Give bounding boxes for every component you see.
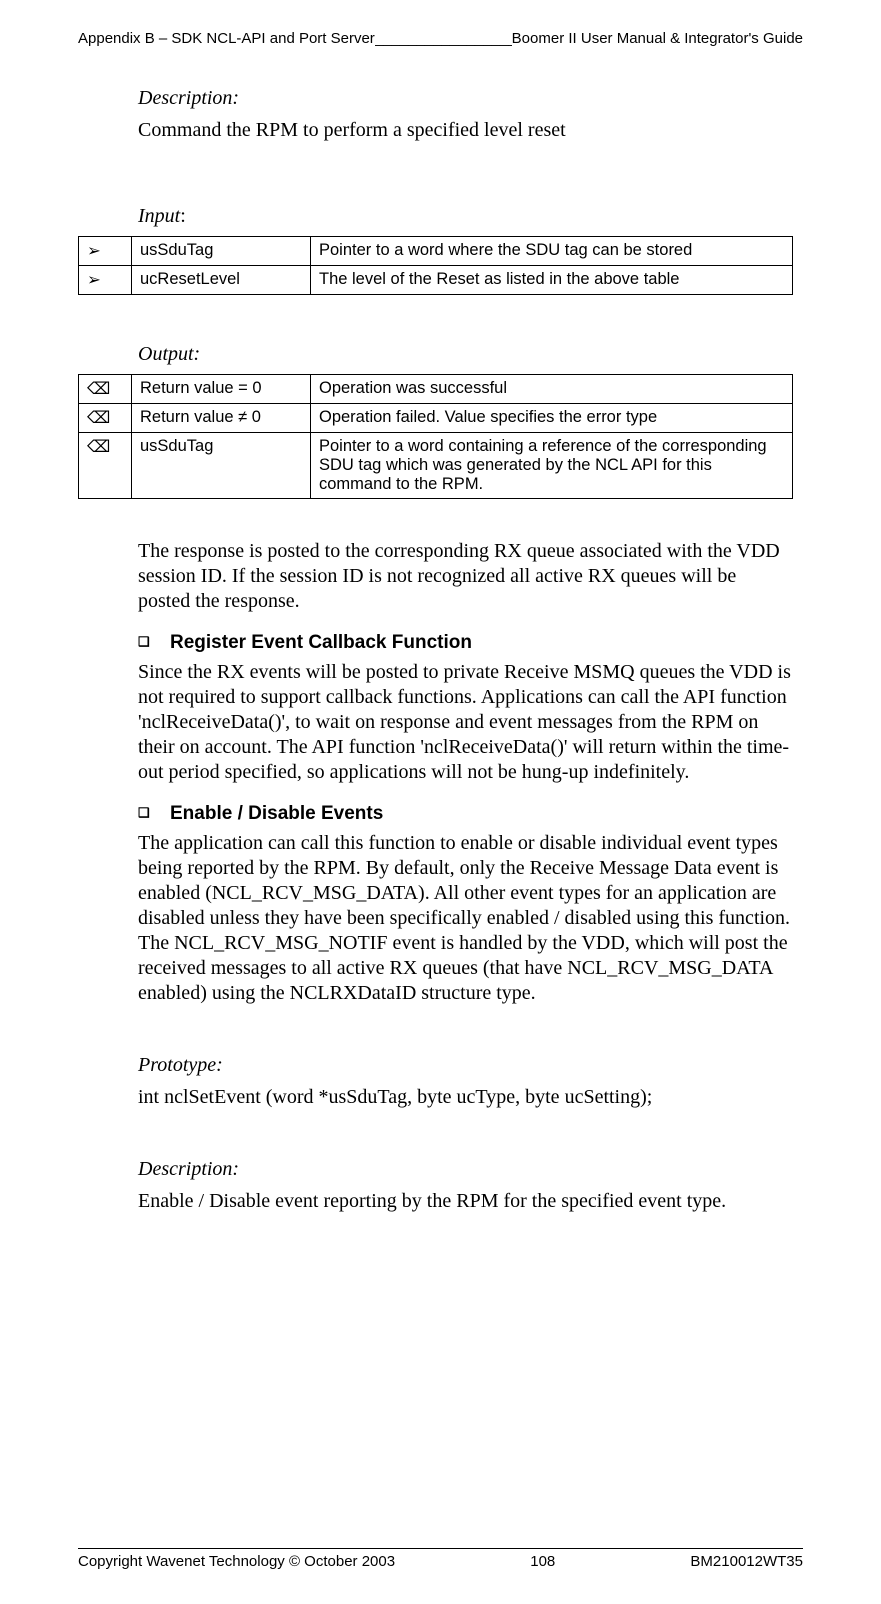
description2-text: Enable / Disable event reporting by the … <box>138 1189 793 1214</box>
output-label: Output: <box>138 343 793 366</box>
row-bullet: ➢ <box>79 266 132 295</box>
row-bullet: ⌫ <box>79 375 132 404</box>
prototype-label: Prototype: <box>138 1054 793 1077</box>
row-bullet: ⌫ <box>79 404 132 433</box>
row-bullet: ➢ <box>79 237 132 266</box>
footer-left: Copyright Wavenet Technology © October 2… <box>78 1553 395 1570</box>
description2-label: Description: <box>138 1158 793 1181</box>
header-fill: ______________________ <box>375 30 512 47</box>
description-label: Description: <box>138 87 793 110</box>
input-colon: : <box>180 205 186 227</box>
input-label: Input: <box>138 205 793 228</box>
row-name: Return value = 0 <box>132 375 311 404</box>
table-row: ⌫ Return value = 0 Operation was success… <box>79 375 793 404</box>
page-header: Appendix B – SDK NCL-API and Port Server… <box>78 30 803 47</box>
input-label-text: Input <box>138 205 180 227</box>
row-name: ucResetLevel <box>132 266 311 295</box>
header-left: Appendix B – SDK NCL-API and Port Server <box>78 30 375 47</box>
footer-right: BM210012WT35 <box>690 1553 803 1570</box>
enable-paragraph: The application can call this function t… <box>138 831 793 1006</box>
header-right: Boomer II User Manual & Integrator's Gui… <box>512 30 803 47</box>
table-row: ⌫ usSduTag Pointer to a word containing … <box>79 433 793 499</box>
row-name: usSduTag <box>132 433 311 499</box>
register-paragraph: Since the RX events will be posted to pr… <box>138 660 793 785</box>
table-row: ➢ usSduTag Pointer to a word where the S… <box>79 237 793 266</box>
heading-register-callback: ❑Register Event Callback Function <box>170 632 793 654</box>
page-footer: Copyright Wavenet Technology © October 2… <box>78 1548 803 1570</box>
row-name: Return value ≠ 0 <box>132 404 311 433</box>
table-row: ⌫ Return value ≠ 0 Operation failed. Val… <box>79 404 793 433</box>
row-desc: Pointer to a word where the SDU tag can … <box>311 237 793 266</box>
row-name: usSduTag <box>132 237 311 266</box>
table-row: ➢ ucResetLevel The level of the Reset as… <box>79 266 793 295</box>
square-bullet-icon: ❑ <box>138 634 170 650</box>
heading-enable-disable: ❑Enable / Disable Events <box>170 803 793 825</box>
row-desc: Operation failed. Value specifies the er… <box>311 404 793 433</box>
row-bullet: ⌫ <box>79 433 132 499</box>
row-desc: The level of the Reset as listed in the … <box>311 266 793 295</box>
page: Appendix B – SDK NCL-API and Port Server… <box>0 0 881 1604</box>
footer-rule <box>78 1548 803 1549</box>
heading-text: Register Event Callback Function <box>170 632 472 653</box>
footer-page-number: 108 <box>530 1553 555 1570</box>
output-table: ⌫ Return value = 0 Operation was success… <box>78 374 793 499</box>
row-desc: Operation was successful <box>311 375 793 404</box>
response-paragraph: The response is posted to the correspond… <box>138 539 793 614</box>
row-desc: Pointer to a word containing a reference… <box>311 433 793 499</box>
description-text: Command the RPM to perform a specified l… <box>138 118 793 143</box>
prototype-text: int nclSetEvent (word *usSduTag, byte uc… <box>138 1085 793 1110</box>
heading-text: Enable / Disable Events <box>170 803 383 824</box>
input-table: ➢ usSduTag Pointer to a word where the S… <box>78 236 793 295</box>
square-bullet-icon: ❑ <box>138 805 170 821</box>
content-area: Description: Command the RPM to perform … <box>138 87 793 1214</box>
